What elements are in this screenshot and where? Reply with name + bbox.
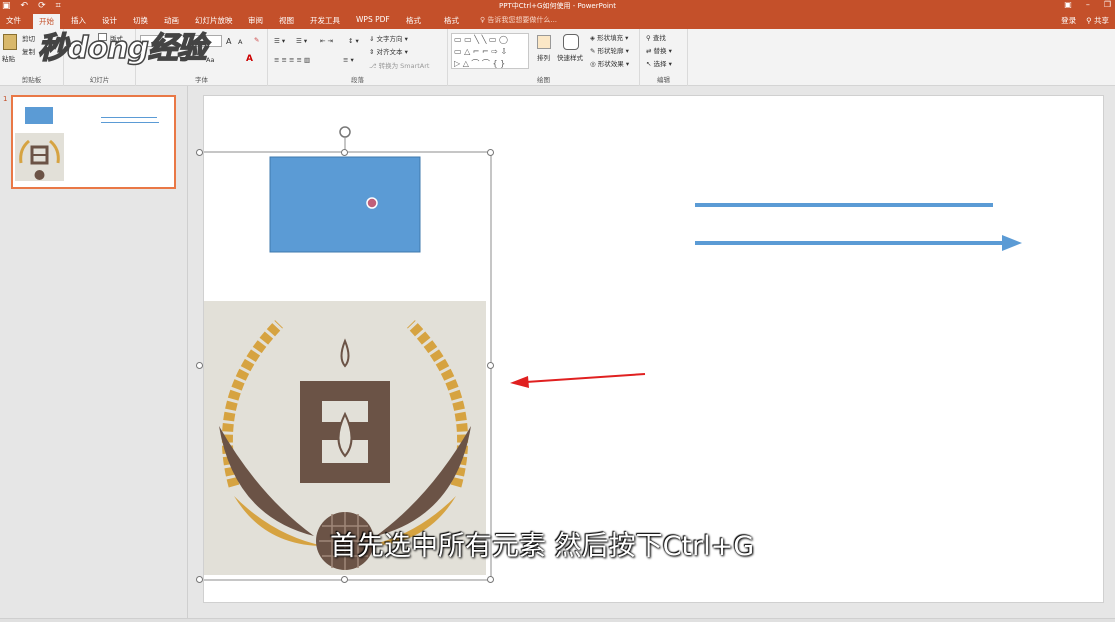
- blue-rectangle: [269, 156, 421, 253]
- align-buttons[interactable]: ≡ ≡ ≡ ≡ ▥: [274, 56, 310, 64]
- copy-button[interactable]: 复制: [22, 46, 35, 56]
- group-paragraph: ☰ ▾ ☰ ▾ ⇤ ⇥ ↕ ▾ ≡ ≡ ≡ ≡ ▥ ≡ ▾ ⇓ 文字方向 ▾ ⇕…: [268, 29, 448, 86]
- red-arrow-head: [510, 376, 529, 388]
- quick-styles-button[interactable]: 快速样式: [557, 52, 583, 62]
- select-button[interactable]: ↖ 选择 ▾: [646, 58, 672, 68]
- resize-handle-br[interactable]: [487, 576, 494, 583]
- replace-label: 替换: [653, 47, 667, 55]
- tab-insert[interactable]: 插入: [71, 15, 86, 26]
- smartart-button[interactable]: ⎇ 转换为 SmartArt: [369, 60, 429, 70]
- video-caption: 首先选中所有元素 然后按下Ctrl+G: [330, 531, 755, 562]
- ribbon-display-icon[interactable]: ▣: [1064, 0, 1072, 9]
- tab-developer[interactable]: 开发工具: [310, 15, 340, 26]
- resize-handle-r[interactable]: [487, 362, 494, 369]
- blue-arrow-head: [1002, 235, 1022, 251]
- cursor-indicator: [366, 197, 378, 209]
- quick-styles-icon: [563, 34, 579, 50]
- line-spacing-icon[interactable]: ↕ ▾: [348, 37, 359, 45]
- title-bar: ▣ ↶ ⟳ ⌗ PPT中Ctrl+G如何使用 - PowerPoint ▣ – …: [0, 0, 1115, 12]
- tab-format-2[interactable]: 格式: [444, 15, 459, 26]
- tab-file[interactable]: 文件: [6, 15, 21, 26]
- grow-font-button[interactable]: A: [226, 37, 231, 46]
- paste-icon[interactable]: [3, 34, 17, 50]
- indent-icon[interactable]: ⇤ ⇥: [320, 37, 333, 45]
- thumb-logo: [15, 133, 64, 181]
- resize-handle-tr[interactable]: [487, 149, 494, 156]
- tab-format-1[interactable]: 格式: [406, 15, 421, 26]
- editing-label: 编辑: [657, 76, 670, 84]
- slide-canvas[interactable]: [196, 95, 1104, 603]
- resize-handle-l[interactable]: [196, 362, 203, 369]
- thumb-rectangle: [25, 107, 53, 124]
- slide-number: 1: [3, 95, 8, 103]
- tab-review[interactable]: 审阅: [248, 15, 263, 26]
- cut-button[interactable]: 剪切: [22, 33, 35, 43]
- slides-label: 幻灯片: [89, 76, 110, 84]
- restore-icon[interactable]: ❐: [1104, 0, 1111, 9]
- share-label: 共享: [1094, 16, 1109, 25]
- find-label: 查找: [652, 34, 666, 42]
- tab-transitions[interactable]: 切换: [133, 15, 148, 26]
- tab-wps-pdf[interactable]: WPS PDF: [356, 15, 390, 24]
- resize-handle-b[interactable]: [341, 576, 348, 583]
- shrink-font-button[interactable]: A: [238, 38, 242, 46]
- text-direction-button[interactable]: ⇓ 文字方向 ▾: [369, 33, 408, 43]
- rotate-handle: [339, 126, 351, 138]
- tab-view[interactable]: 视图: [279, 15, 294, 26]
- bullets-icon[interactable]: ☰ ▾: [274, 37, 285, 45]
- align-text-label: 对齐文本: [376, 48, 403, 56]
- shape-effects-label: 形状效果: [597, 60, 624, 68]
- align-text-button[interactable]: ⇕ 对齐文本 ▾: [369, 46, 408, 56]
- tab-design[interactable]: 设计: [102, 15, 117, 26]
- arrange-button[interactable]: 排列: [537, 52, 550, 62]
- clear-format-icon[interactable]: ✎: [254, 36, 259, 44]
- status-bar: [0, 618, 1115, 622]
- spacing-button[interactable]: Aa: [206, 56, 214, 64]
- tab-home[interactable]: 开始: [33, 14, 60, 29]
- find-button[interactable]: ⚲ 查找: [646, 32, 666, 42]
- numbering-icon[interactable]: ☰ ▾: [296, 37, 307, 45]
- tell-me-search[interactable]: ♀ 告诉我您想要做什么...: [480, 15, 557, 25]
- thumb-arrow: [101, 122, 159, 123]
- window-controls: ▣ – ❐: [1064, 0, 1111, 9]
- window-title: PPT中Ctrl+G如何使用 - PowerPoint: [499, 2, 616, 10]
- shape-fill-label: 形状填充: [597, 34, 624, 42]
- minimize-icon[interactable]: –: [1086, 0, 1090, 9]
- shape-gallery[interactable]: ▭ ▭ ╲ ╲ ▭ ◯ ▭ △ ⌐ ⌐ ⇨ ⇩ ▷ △ ⌒ ⌒ { }: [451, 33, 529, 69]
- slide-graphics: [204, 126, 1022, 581]
- tab-animations[interactable]: 动画: [164, 15, 179, 26]
- paste-button[interactable]: 粘贴: [2, 53, 15, 63]
- paragraph-label: 段落: [351, 76, 364, 84]
- columns-icon[interactable]: ≡ ▾: [343, 56, 354, 64]
- slide-thumbnail[interactable]: [11, 95, 176, 189]
- shape-outline-label: 形状轮廓: [597, 47, 624, 55]
- replace-button[interactable]: ⇄ 替换 ▾: [646, 45, 672, 55]
- red-arrow-line: [525, 373, 646, 383]
- text-direction-label: 文字方向: [376, 35, 403, 43]
- arrange-icon: [537, 35, 551, 49]
- resize-handle-t[interactable]: [341, 149, 348, 156]
- clipboard-label: 剪贴板: [21, 76, 42, 84]
- slide-thumbnail-pane: 1: [0, 86, 188, 618]
- resize-handle-tl[interactable]: [196, 149, 203, 156]
- thumb-line: [101, 117, 157, 118]
- shape-outline-button[interactable]: ✎ 形状轮廓 ▾: [590, 45, 629, 55]
- smartart-label: 转换为 SmartArt: [378, 62, 430, 70]
- tab-slideshow[interactable]: 幻灯片放映: [195, 15, 233, 26]
- thumb-logo-graphic: [19, 139, 60, 180]
- watermark-logo: 秒dong经验: [37, 31, 207, 67]
- drawing-label: 绘图: [537, 76, 550, 84]
- ribbon-tabs: 文件 开始 插入 设计 切换 动画 幻灯片放映 审阅 视图 开发工具 WPS P…: [0, 12, 1115, 29]
- shape-effects-button[interactable]: ◎ 形状效果 ▾: [590, 58, 629, 68]
- shape-fill-button[interactable]: ◈ 形状填充 ▾: [590, 32, 628, 42]
- font-color-button[interactable]: A: [246, 54, 253, 64]
- login-link[interactable]: 登录: [1061, 15, 1076, 26]
- share-button[interactable]: ⚲ 共享: [1086, 15, 1109, 26]
- group-editing: ⚲ 查找 ⇄ 替换 ▾ ↖ 选择 ▾ 编辑: [640, 29, 688, 86]
- font-label: 字体: [195, 76, 208, 84]
- resize-handle-bl[interactable]: [196, 576, 203, 583]
- group-drawing: ▭ ▭ ╲ ╲ ▭ ◯ ▭ △ ⌐ ⌐ ⇨ ⇩ ▷ △ ⌒ ⌒ { } 排列 快速样…: [448, 29, 640, 86]
- select-label: 选择: [653, 60, 667, 68]
